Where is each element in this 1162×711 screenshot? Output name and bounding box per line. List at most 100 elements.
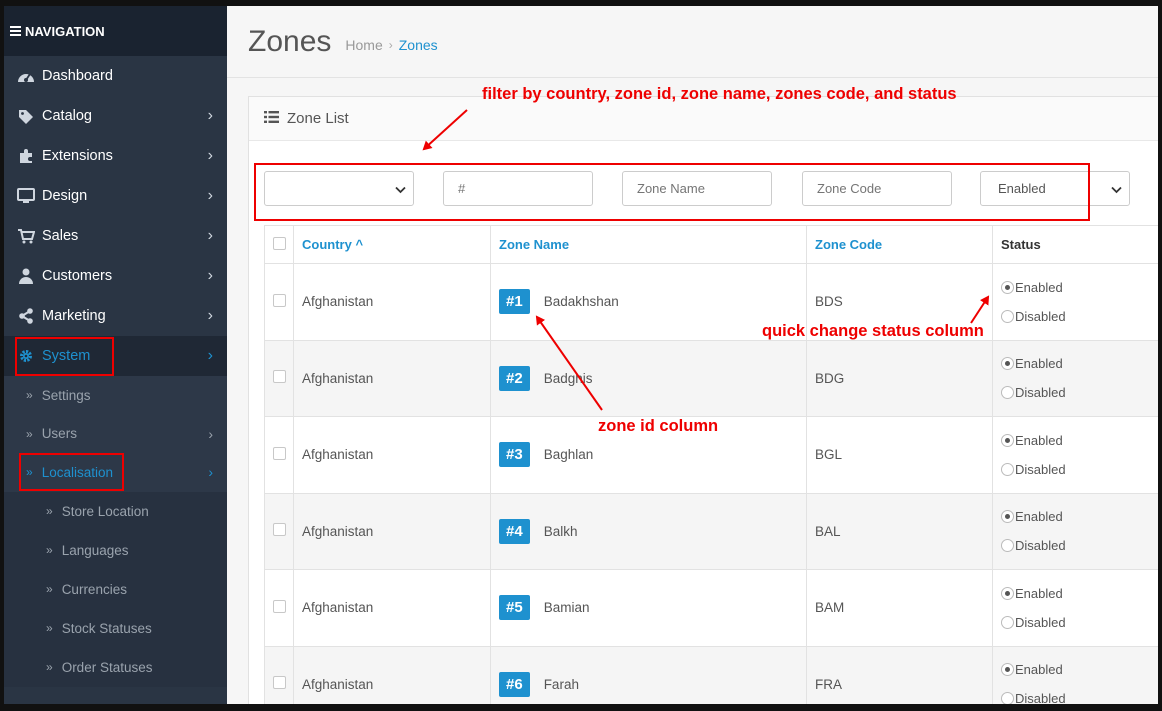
- breadcrumb-home[interactable]: Home: [345, 37, 382, 53]
- zone-id-badge: #4: [499, 518, 530, 544]
- sidebar-item-sales[interactable]: Sales ›: [4, 216, 227, 256]
- disabled-radio[interactable]: [1001, 615, 1014, 629]
- sidebar-item-design[interactable]: Design ›: [4, 176, 227, 216]
- zone-name-cell: #1 Badakhshan: [490, 263, 807, 341]
- sidebar-item-currencies[interactable]: » Currencies: [4, 569, 227, 609]
- sidebar-item-users[interactable]: » Users ›: [4, 415, 227, 454]
- enabled-radio[interactable]: [1001, 663, 1014, 677]
- status-cell: Enabled Disabled: [992, 339, 1158, 417]
- nav-header[interactable]: NAVIGATION: [4, 6, 227, 56]
- double-chevron-icon: »: [46, 504, 53, 518]
- sidebar-item-label: Settings: [41, 387, 91, 403]
- column-header-country[interactable]: Country ^: [293, 225, 491, 264]
- column-header-label: Status: [1001, 237, 1041, 252]
- country-cell: Afghanistan: [293, 339, 491, 417]
- enabled-radio[interactable]: [1001, 510, 1014, 524]
- row-checkbox[interactable]: [273, 599, 286, 613]
- sidebar-item-localisation[interactable]: » Localisation ›: [4, 453, 227, 492]
- country-value: Afghanistan: [302, 370, 374, 386]
- double-chevron-icon: »: [46, 660, 53, 674]
- zone-name-cell: #3 Baghlan: [490, 416, 807, 494]
- sidebar-item-catalog[interactable]: Catalog ›: [4, 96, 227, 136]
- puzzle-icon: [16, 147, 36, 165]
- column-header-zone-code[interactable]: Zone Code: [806, 225, 993, 264]
- nav-header-label: NAVIGATION: [25, 23, 105, 39]
- breadcrumb-separator: ›: [388, 37, 393, 52]
- sidebar-item-settings[interactable]: » Settings: [4, 376, 227, 415]
- table-body: Afghanistan #1 Badakhshan BDS Enabled Disable…: [264, 263, 1158, 704]
- status-enabled-option[interactable]: Enabled: [1001, 426, 1158, 455]
- sidebar-item-label: Languages: [61, 542, 129, 558]
- status-enabled-option[interactable]: Enabled: [1001, 349, 1158, 378]
- enabled-radio[interactable]: [1001, 280, 1014, 294]
- country-value: Afghanistan: [302, 447, 374, 463]
- panel-title: Zone List: [287, 110, 349, 127]
- status-cell: Enabled Disabled: [992, 416, 1158, 494]
- sidebar-item-languages[interactable]: » Languages: [4, 530, 227, 570]
- status-disabled-option[interactable]: Disabled: [1001, 455, 1158, 484]
- status-disabled-option[interactable]: Disabled: [1001, 684, 1158, 704]
- country-cell: Afghanistan: [293, 492, 491, 570]
- sidebar-item-order-statuses[interactable]: » Order Statuses: [4, 647, 227, 687]
- status-disabled-option[interactable]: Disabled: [1001, 608, 1158, 637]
- enabled-radio[interactable]: [1001, 586, 1014, 600]
- row-checkbox[interactable]: [273, 293, 286, 307]
- country-filter-select[interactable]: [264, 171, 414, 206]
- gear-icon: [16, 347, 36, 365]
- status-enabled-option[interactable]: Enabled: [1001, 579, 1158, 608]
- column-header-zone-name[interactable]: Zone Name: [490, 225, 807, 264]
- status-enabled-option[interactable]: Enabled: [1001, 273, 1158, 302]
- zone-id-filter-input[interactable]: [443, 171, 593, 206]
- disabled-radio[interactable]: [1001, 309, 1014, 323]
- status-enabled-option[interactable]: Enabled: [1001, 655, 1158, 684]
- row-checkbox[interactable]: [273, 523, 286, 537]
- disabled-radio[interactable]: [1001, 386, 1014, 400]
- table-row: Afghanistan #3 Baghlan BGL Enabled Disabled: [264, 416, 1158, 494]
- row-checkbox[interactable]: [273, 676, 286, 690]
- enabled-radio[interactable]: [1001, 357, 1014, 371]
- zone-code-value: FRA: [815, 676, 842, 692]
- status-disabled-option[interactable]: Disabled: [1001, 302, 1158, 331]
- sidebar-item-system[interactable]: System ›: [4, 336, 227, 376]
- column-header-label: Country: [302, 237, 352, 252]
- enabled-radio[interactable]: [1001, 433, 1014, 447]
- list-icon: [264, 110, 279, 127]
- disabled-radio[interactable]: [1001, 539, 1014, 553]
- sidebar-item-dashboard[interactable]: Dashboard: [4, 56, 227, 96]
- status-disabled-option[interactable]: Disabled: [1001, 531, 1158, 560]
- double-chevron-icon: »: [46, 621, 53, 635]
- sidebar-item-customers[interactable]: Customers ›: [4, 256, 227, 296]
- enabled-label: Enabled: [1015, 585, 1063, 601]
- chevron-right-icon: ›: [208, 464, 213, 481]
- zone-name-filter-input[interactable]: [622, 171, 772, 206]
- sidebar-item-stock-statuses[interactable]: » Stock Statuses: [4, 608, 227, 648]
- sidebar-item-marketing[interactable]: Marketing ›: [4, 296, 227, 336]
- row-checkbox[interactable]: [273, 370, 286, 384]
- select-all-checkbox[interactable]: [273, 236, 286, 250]
- disabled-radio[interactable]: [1001, 692, 1014, 704]
- sidebar-item-store-location[interactable]: » Store Location: [4, 491, 227, 531]
- breadcrumb-current[interactable]: Zones: [399, 37, 438, 53]
- disabled-label: Disabled: [1015, 614, 1066, 630]
- row-select-cell: [264, 416, 294, 494]
- disabled-label: Disabled: [1015, 461, 1066, 477]
- status-enabled-option[interactable]: Enabled: [1001, 502, 1158, 531]
- row-checkbox[interactable]: [273, 446, 286, 460]
- dashboard-icon: [16, 67, 36, 85]
- zone-id-badge: #5: [499, 595, 530, 621]
- sidebar-item-label: Dashboard: [42, 68, 113, 84]
- chevron-right-icon: ›: [207, 347, 213, 364]
- status-disabled-option[interactable]: Disabled: [1001, 378, 1158, 407]
- row-select-cell: [264, 492, 294, 570]
- status-filter-select[interactable]: Enabled: [980, 171, 1130, 206]
- double-chevron-icon: »: [26, 426, 33, 441]
- double-chevron-icon: »: [46, 543, 53, 557]
- zone-name-cell: #4 Balkh: [490, 492, 807, 570]
- sidebar-item-label: Customers: [42, 268, 113, 284]
- zone-id-badge: #2: [499, 365, 530, 391]
- zone-code-filter-input[interactable]: [802, 171, 952, 206]
- sidebar-item-label: Stock Statuses: [61, 620, 152, 636]
- zone-code-cell: BAL: [806, 492, 993, 570]
- disabled-radio[interactable]: [1001, 462, 1014, 476]
- sidebar-item-extensions[interactable]: Extensions ›: [4, 136, 227, 176]
